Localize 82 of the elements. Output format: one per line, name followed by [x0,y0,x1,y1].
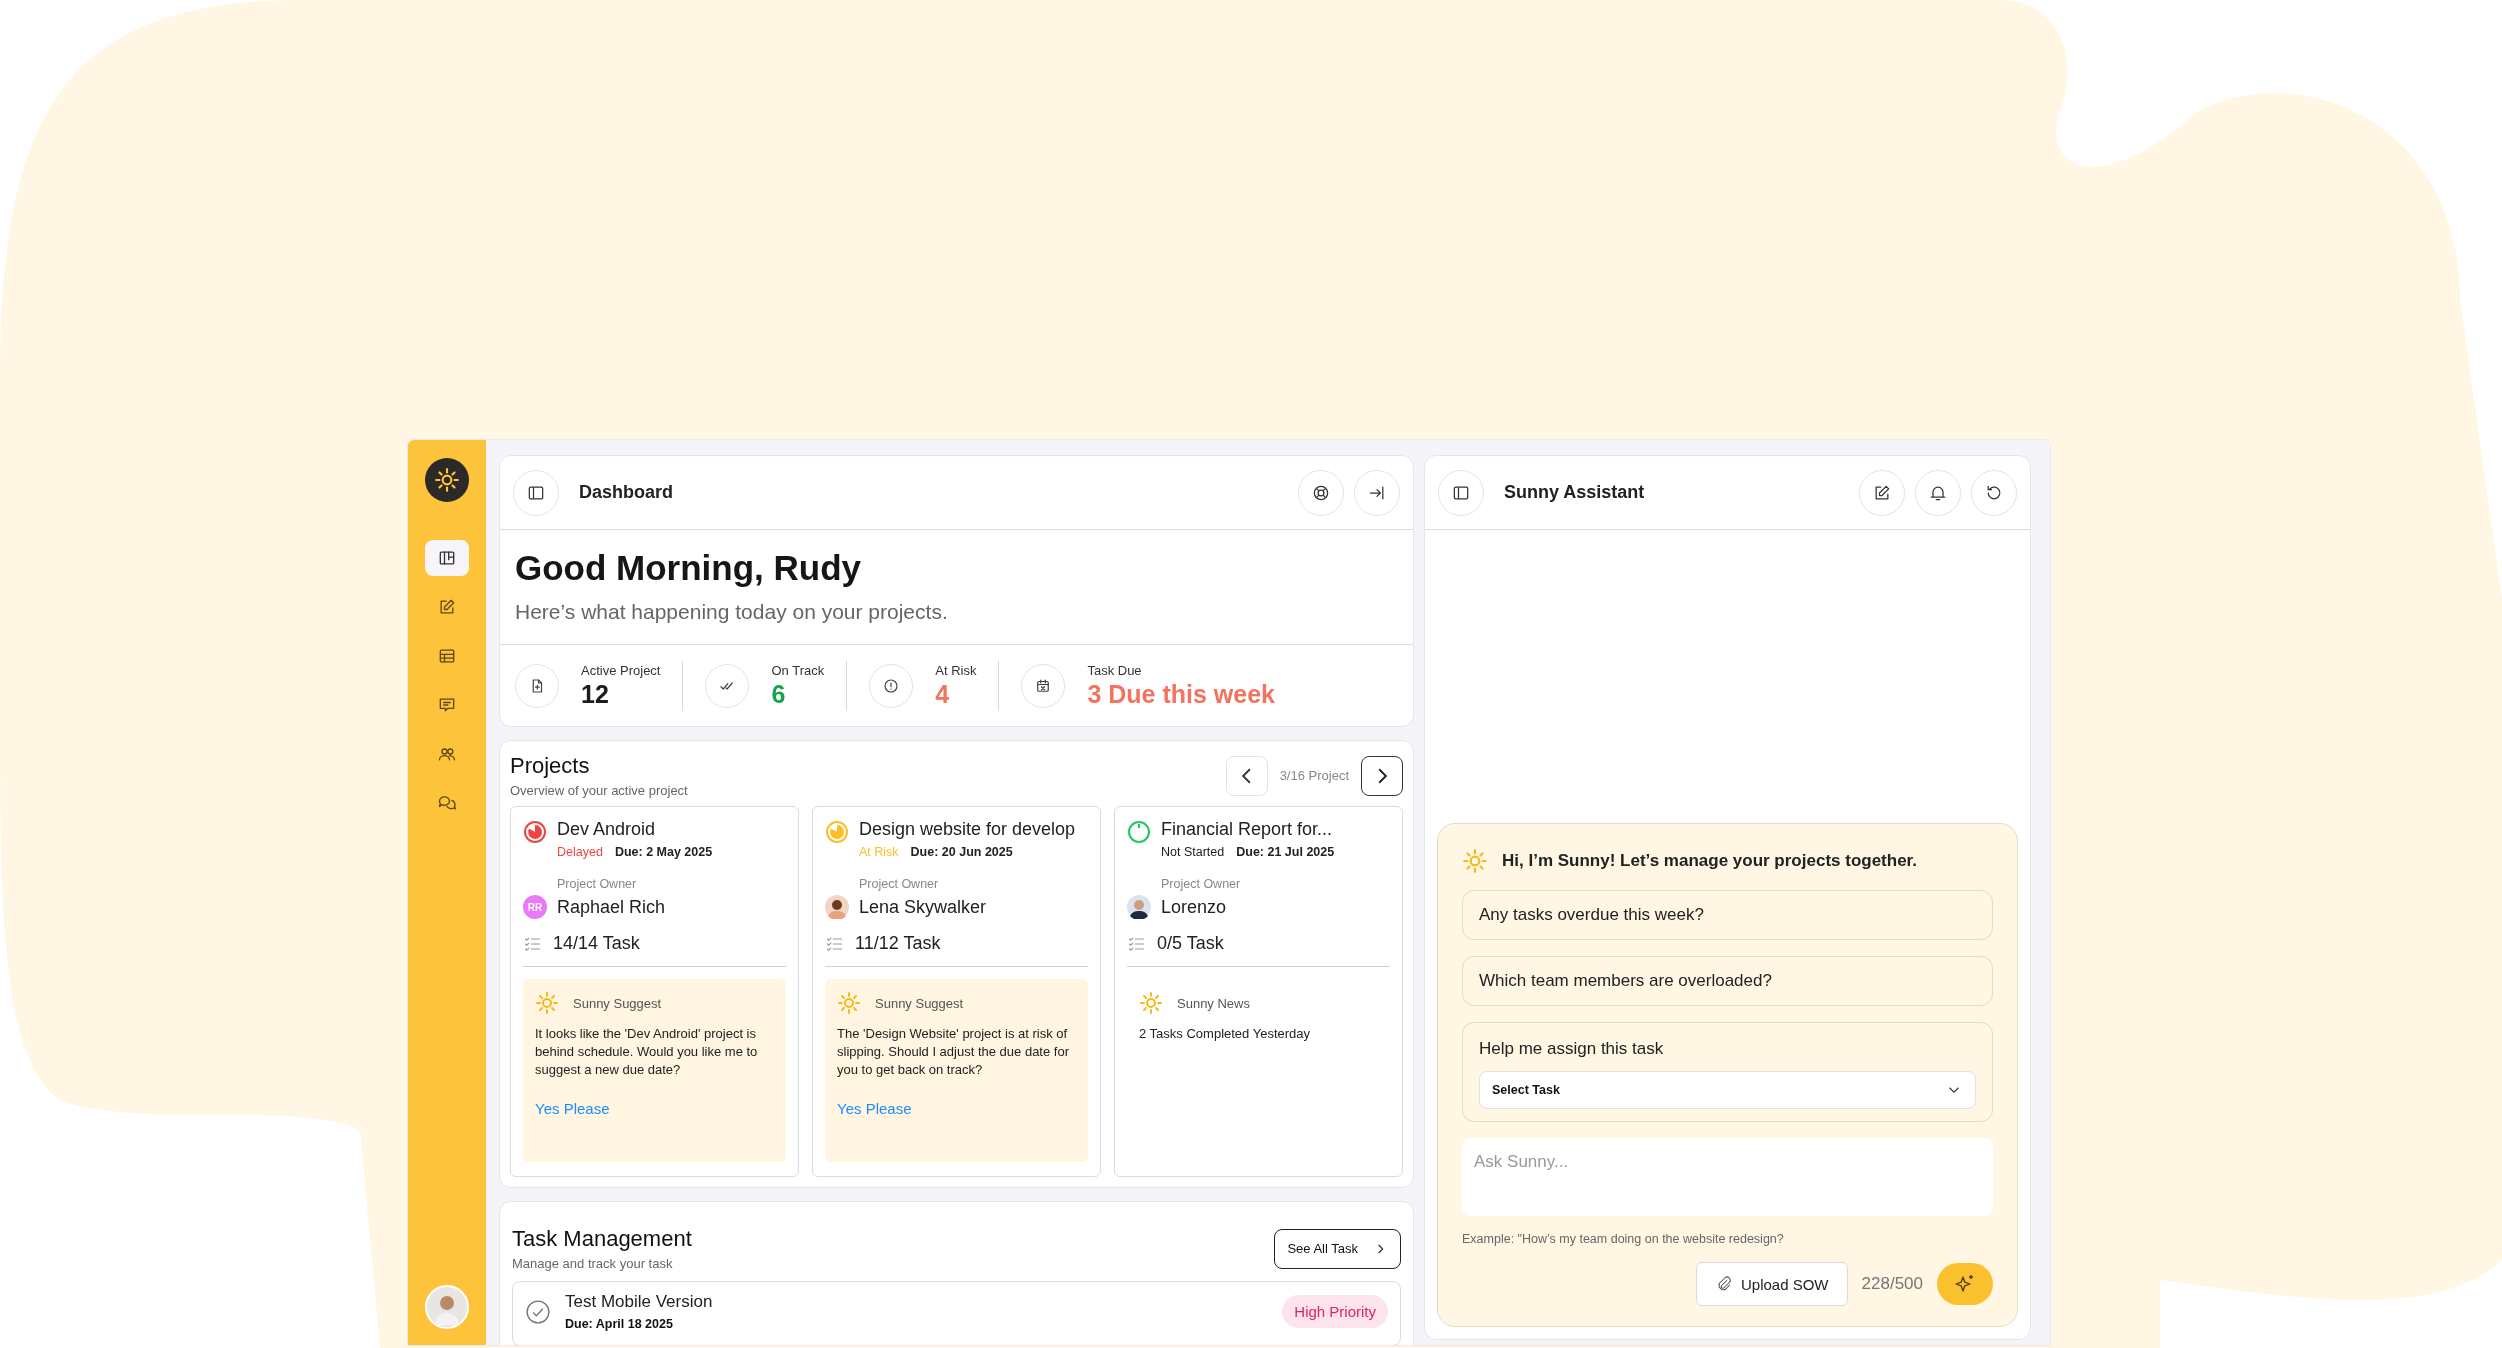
sun-icon [535,991,559,1015]
owner-avatar [1127,895,1151,919]
section-subtitle: Manage and track your task [512,1256,674,1271]
chevron-left-icon [1242,767,1252,784]
due-date: Due: 20 Jun 2025 [910,845,1013,859]
due-date: Due: 21 Jul 2025 [1236,845,1335,859]
note-title: Sunny News [1177,995,1250,1011]
ask-input[interactable]: Ask Sunny... [1462,1138,1993,1216]
project-card[interactable] [510,806,799,1177]
project-status: Not Started [1161,845,1225,859]
task-count: 11/12 Task [855,933,941,954]
page-indicator: 3/16 Project [1279,768,1349,783]
section-title: Task Management [512,1226,692,1252]
owner-label: Project Owner [557,877,638,891]
page-title: Dashboard [579,482,674,503]
previous-button[interactable] [1225,755,1268,796]
panel-title: Sunny Assistant [1504,482,1645,503]
note-text: 2 Tasks Completed Yesterday [1139,1025,1312,1043]
note-text: It looks like the 'Dev Android' project is behind schedule. Would you like me to suggest a new due date? [535,1025,759,1080]
help-button[interactable] [1298,469,1344,516]
example-hint: Example: "How’s my team doing on the website redesign? [1462,1232,1785,1246]
assistant-greeting: Hi, I’m Sunny! Let’s manage your projects together. [1502,851,1917,871]
stat-label: At Risk [935,662,977,678]
owner-avatar: RR [523,895,547,919]
owner-name: Lorenzo [1161,896,1227,918]
note-title: Sunny Suggest [875,995,964,1011]
prompt-button[interactable]: Any tasks overdue this week? [1462,890,1993,940]
stat-label: Task Due [1087,662,1143,678]
owner-name: Raphael Rich [557,896,666,918]
section-subtitle: Overview of your active project [510,783,688,798]
note-title: Sunny Suggest [573,995,662,1011]
collapse-button[interactable] [1354,469,1400,516]
task-select[interactable]: Select Task [1479,1071,1976,1109]
prompt-button[interactable]: Which team members are overloaded? [1462,956,1993,1006]
stat-value: 6 [771,679,787,709]
greeting: Good Morning, Rudy [515,548,863,588]
project-card[interactable]: Financial Report for... Not Started Due: 21 Jul 2025 Project Owner Lorenzo 0/5 Task Sunny News 2 Tasks Completed Yesterday [1114,806,1403,1177]
sun-icon [1462,848,1488,874]
sidebar-toggle-button[interactable] [513,469,559,516]
project-status: Delayed [557,845,603,859]
paperclip-icon [1715,1275,1733,1293]
sun-icon [837,991,861,1015]
note-text: The 'Design Website' project is at risk of slipping. Should I adjust the due date for you to get back on track? [837,1025,1070,1080]
character-count: 228/500 [1861,1274,1923,1294]
task-name: Test Mobile Version [565,1292,713,1312]
notification-button[interactable] [1915,469,1961,516]
project-status: At Risk [859,845,899,859]
sparkle-send-button[interactable] [1937,1263,1993,1305]
edit-button[interactable] [1859,469,1905,516]
stat-value: 4 [935,679,951,709]
stat-label: Active Project [581,662,661,678]
task-count: 0/5 Task [1157,933,1224,954]
owner-label: Project Owner [859,877,940,891]
due-date: Due: 2 May 2025 [614,845,713,859]
section-title: Projects [510,753,591,779]
project-card[interactable] [812,806,1101,1177]
see-all-button[interactable]: See All Task [1274,1228,1401,1269]
sidebar-toggle-button[interactable] [1438,469,1484,516]
nav-item[interactable] [425,540,469,576]
project-name: Dev Android [557,819,657,840]
owner-label: Project Owner [1161,877,1242,891]
stat-label: On Track [771,662,825,678]
next-button[interactable] [1361,755,1403,796]
refresh-button[interactable] [1971,469,2017,516]
sun-icon [1139,991,1163,1015]
assign-label: Help me assign this task [1479,1039,1665,1059]
task-due: Due: April 18 2025 [565,1317,674,1331]
priority-badge: High Priority [1282,1295,1388,1328]
user-avatar[interactable] [425,1285,469,1329]
stat-value: 12 [581,679,610,709]
owner-name: Lena Skywalker [859,896,987,918]
upload-button[interactable]: Upload SOW [1696,1262,1848,1306]
sun-logo-icon[interactable] [425,458,469,502]
project-name: Financial Report for... [1161,819,1334,840]
project-name: Design website for develop [859,819,1076,840]
task-count: 14/14 Task [553,933,640,954]
owner-avatar [825,895,849,919]
greeting-subtitle: Here’s what happening today on your projects. [515,600,949,624]
file-plus-icon [515,663,559,708]
chevron-right-icon [1377,767,1387,784]
stat-value: 3 Due this week [1087,679,1275,709]
check-circle-icon [525,1298,551,1325]
